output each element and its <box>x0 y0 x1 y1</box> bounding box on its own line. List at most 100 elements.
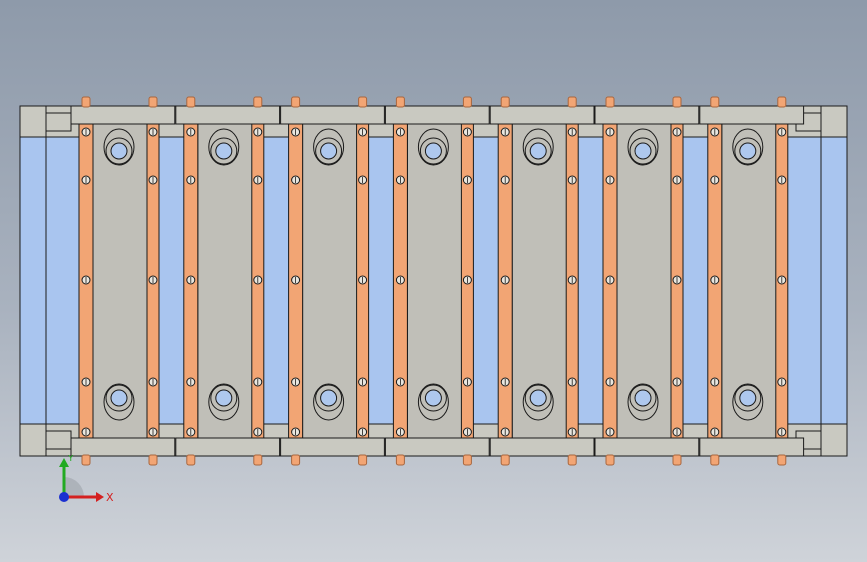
screw-icon <box>253 377 263 387</box>
stud-icon <box>253 96 263 108</box>
stud-body <box>358 96 368 108</box>
top-clamp-bar <box>384 105 490 125</box>
stud-icon <box>186 454 196 466</box>
bottom-clamp-bar <box>489 437 595 457</box>
stud-icon <box>567 454 577 466</box>
screw-icon <box>500 377 510 387</box>
screw-icon <box>710 175 720 185</box>
screw-icon <box>777 427 787 437</box>
stud-body <box>358 454 368 466</box>
screw-icon <box>358 427 368 437</box>
hole <box>529 142 547 160</box>
stud-icon <box>395 96 405 108</box>
screw-icon <box>186 275 196 285</box>
battery-module <box>175 96 281 466</box>
hole <box>739 142 757 160</box>
stud-icon <box>605 454 615 466</box>
stud-icon <box>777 96 787 108</box>
screw-icon <box>253 275 263 285</box>
stud-body <box>291 96 301 108</box>
screw-icon <box>710 377 720 387</box>
screw-icon <box>81 175 91 185</box>
screw-icon <box>605 275 615 285</box>
stud-icon <box>253 454 263 466</box>
stud-body <box>567 96 577 108</box>
left-side-rail-bottom <box>45 430 72 450</box>
screw-icon <box>710 275 720 285</box>
stud-icon <box>186 96 196 108</box>
stud-body <box>395 454 405 466</box>
screw-icon <box>462 175 472 185</box>
screw-icon <box>462 275 472 285</box>
screw-icon <box>81 377 91 387</box>
stud-icon <box>777 454 787 466</box>
screw-icon <box>672 427 682 437</box>
screw-icon <box>395 127 405 137</box>
stud-body <box>462 454 472 466</box>
hole <box>529 389 547 407</box>
screw-icon <box>253 175 263 185</box>
screw-icon <box>358 127 368 137</box>
stud-icon <box>672 454 682 466</box>
screw-icon <box>358 175 368 185</box>
top-clamp-bar <box>70 105 176 125</box>
hole <box>215 142 233 160</box>
hole <box>110 142 128 160</box>
stud-body <box>186 454 196 466</box>
bottom-clamp-bar <box>70 437 176 457</box>
screw-icon <box>567 377 577 387</box>
screw-icon <box>500 427 510 437</box>
screw-icon <box>500 127 510 137</box>
screw-icon <box>148 127 158 137</box>
stud-icon <box>710 96 720 108</box>
screw-icon <box>605 175 615 185</box>
cad-viewport[interactable]: X Y <box>0 0 867 562</box>
screw-icon <box>253 127 263 137</box>
y-axis-label: Y <box>67 455 74 464</box>
bottom-clamp-bar <box>175 437 281 457</box>
screw-icon <box>81 127 91 137</box>
screw-icon <box>291 127 301 137</box>
top-clamp-bar <box>489 105 595 125</box>
stud-body <box>81 96 91 108</box>
screw-icon <box>672 127 682 137</box>
stud-body <box>253 96 263 108</box>
screw-icon <box>672 275 682 285</box>
screw-icon <box>567 175 577 185</box>
screw-icon <box>395 427 405 437</box>
stud-body <box>395 96 405 108</box>
stud-body <box>672 96 682 108</box>
stud-icon <box>672 96 682 108</box>
top-clamp-bar <box>280 105 385 125</box>
screw-icon <box>672 175 682 185</box>
screw-icon <box>567 127 577 137</box>
stud-icon <box>358 96 368 108</box>
screw-icon <box>500 175 510 185</box>
z-axis-dot-icon <box>59 492 69 502</box>
screw-icon <box>567 427 577 437</box>
stud-icon <box>462 96 472 108</box>
hole <box>739 389 757 407</box>
coordinate-triad: X Y <box>59 455 114 504</box>
screw-icon <box>291 175 301 185</box>
screw-icon <box>605 127 615 137</box>
stud-icon <box>500 454 510 466</box>
screw-icon <box>605 377 615 387</box>
screw-icon <box>186 427 196 437</box>
stud-body <box>672 454 682 466</box>
screw-icon <box>500 275 510 285</box>
screw-icon <box>148 275 158 285</box>
hole <box>634 389 652 407</box>
screw-icon <box>291 427 301 437</box>
top-clamp-bar <box>594 105 700 125</box>
bottom-clamp-bar <box>699 437 805 457</box>
screw-icon <box>395 275 405 285</box>
screw-icon <box>462 127 472 137</box>
screw-icon <box>777 175 787 185</box>
hole <box>634 142 652 160</box>
screw-icon <box>186 377 196 387</box>
stud-icon <box>81 96 91 108</box>
screw-icon <box>710 427 720 437</box>
stud-body <box>710 96 720 108</box>
hole <box>424 142 442 160</box>
